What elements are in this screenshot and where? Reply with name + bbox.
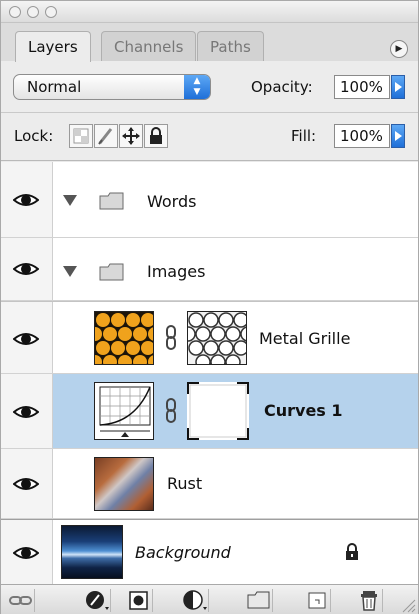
tab-layers[interactable]: Layers <box>15 31 91 62</box>
new-adjustment-layer-icon[interactable] <box>181 589 209 612</box>
curves-adjustment-icon <box>94 382 154 440</box>
layer-thumbnail <box>94 311 154 365</box>
tab-paths[interactable]: Paths <box>197 31 264 61</box>
layer-name: Words <box>147 192 197 211</box>
visibility-cell[interactable] <box>1 449 53 518</box>
layer-row-rust[interactable]: Rust <box>1 449 418 519</box>
layer-name: Background <box>135 543 231 562</box>
blend-mode-select[interactable]: Normal ▲ ▼ <box>13 74 211 100</box>
delete-layer-icon[interactable] <box>355 589 383 612</box>
mask-link-icon[interactable] <box>165 325 177 351</box>
eye-icon[interactable] <box>13 401 39 423</box>
folder-icon <box>99 192 124 210</box>
new-group-icon[interactable] <box>245 589 273 612</box>
layer-mask-thumbnail <box>187 311 247 365</box>
lock-label: Lock: <box>14 127 54 145</box>
layer-thumbnail <box>94 457 154 511</box>
minimize-window-button[interactable] <box>27 6 39 18</box>
layer-row-metal-grille[interactable]: Metal Grille <box>1 301 418 374</box>
layer-row-background[interactable]: Background <box>1 519 418 584</box>
layer-row-curves-1[interactable]: Curves 1 <box>1 374 418 449</box>
expand-triangle-icon[interactable] <box>63 266 77 277</box>
eye-icon[interactable] <box>13 258 39 280</box>
title-bar <box>1 1 418 23</box>
layer-style-icon[interactable] <box>83 589 111 612</box>
layers-panel-window: Paths Channels Layers ▶ Normal ▲ ▼ Opacit… <box>0 0 419 614</box>
close-window-button[interactable] <box>9 6 21 18</box>
panel-tabs: Paths Channels Layers ▶ <box>1 23 418 62</box>
blend-mode-value: Normal <box>27 78 82 96</box>
lock-position-icon[interactable] <box>119 124 143 148</box>
opacity-slider-button[interactable] <box>391 75 405 99</box>
opacity-label: Opacity: <box>251 78 313 96</box>
eye-icon[interactable] <box>13 473 39 495</box>
layer-name: Metal Grille <box>259 329 351 348</box>
layer-row-images[interactable]: Images <box>1 238 418 301</box>
fill-label: Fill: <box>291 127 317 145</box>
layer-name: Rust <box>167 474 203 493</box>
expand-triangle-icon[interactable] <box>63 195 77 206</box>
add-mask-icon[interactable] <box>125 589 153 612</box>
fill-slider-button[interactable] <box>391 124 405 148</box>
layer-thumbnail <box>61 525 123 579</box>
mask-link-icon[interactable] <box>165 398 177 424</box>
eye-icon[interactable] <box>13 328 39 350</box>
eye-icon[interactable] <box>13 542 39 564</box>
zoom-window-button[interactable] <box>45 6 57 18</box>
visibility-cell[interactable] <box>1 374 53 448</box>
visibility-cell[interactable] <box>1 302 53 373</box>
new-layer-icon[interactable] <box>303 589 331 612</box>
visibility-cell[interactable] <box>1 238 53 300</box>
lock-icon <box>346 543 358 560</box>
lock-image-pixels-icon[interactable] <box>94 124 118 148</box>
visibility-cell[interactable] <box>1 162 53 237</box>
opacity-input[interactable]: 100% <box>334 75 390 99</box>
layers-list: Words Images Metal Grille Curves 1 Rust … <box>1 162 418 584</box>
layer-row-words[interactable]: Words <box>1 162 418 238</box>
link-layers-icon[interactable] <box>7 589 35 612</box>
lock-fill-row: Lock: Fill: 100% <box>1 113 418 161</box>
fill-input[interactable]: 100% <box>334 124 390 148</box>
folder-icon <box>99 263 124 281</box>
layers-toolbar <box>1 584 418 614</box>
visibility-cell[interactable] <box>1 520 53 584</box>
eye-icon[interactable] <box>13 189 39 211</box>
panel-menu-button[interactable]: ▶ <box>390 40 408 58</box>
lock-transparent-pixels-icon[interactable] <box>69 124 93 148</box>
blend-options-row: Normal ▲ ▼ Opacity: 100% <box>1 61 418 113</box>
select-arrows-icon: ▲ ▼ <box>184 75 210 99</box>
layer-mask-thumbnail <box>187 382 249 440</box>
tab-channels[interactable]: Channels <box>101 31 197 61</box>
layer-name: Curves 1 <box>264 401 343 420</box>
layer-name: Images <box>147 262 206 281</box>
lock-all-icon[interactable] <box>144 124 168 148</box>
resize-handle-icon[interactable] <box>400 597 416 613</box>
